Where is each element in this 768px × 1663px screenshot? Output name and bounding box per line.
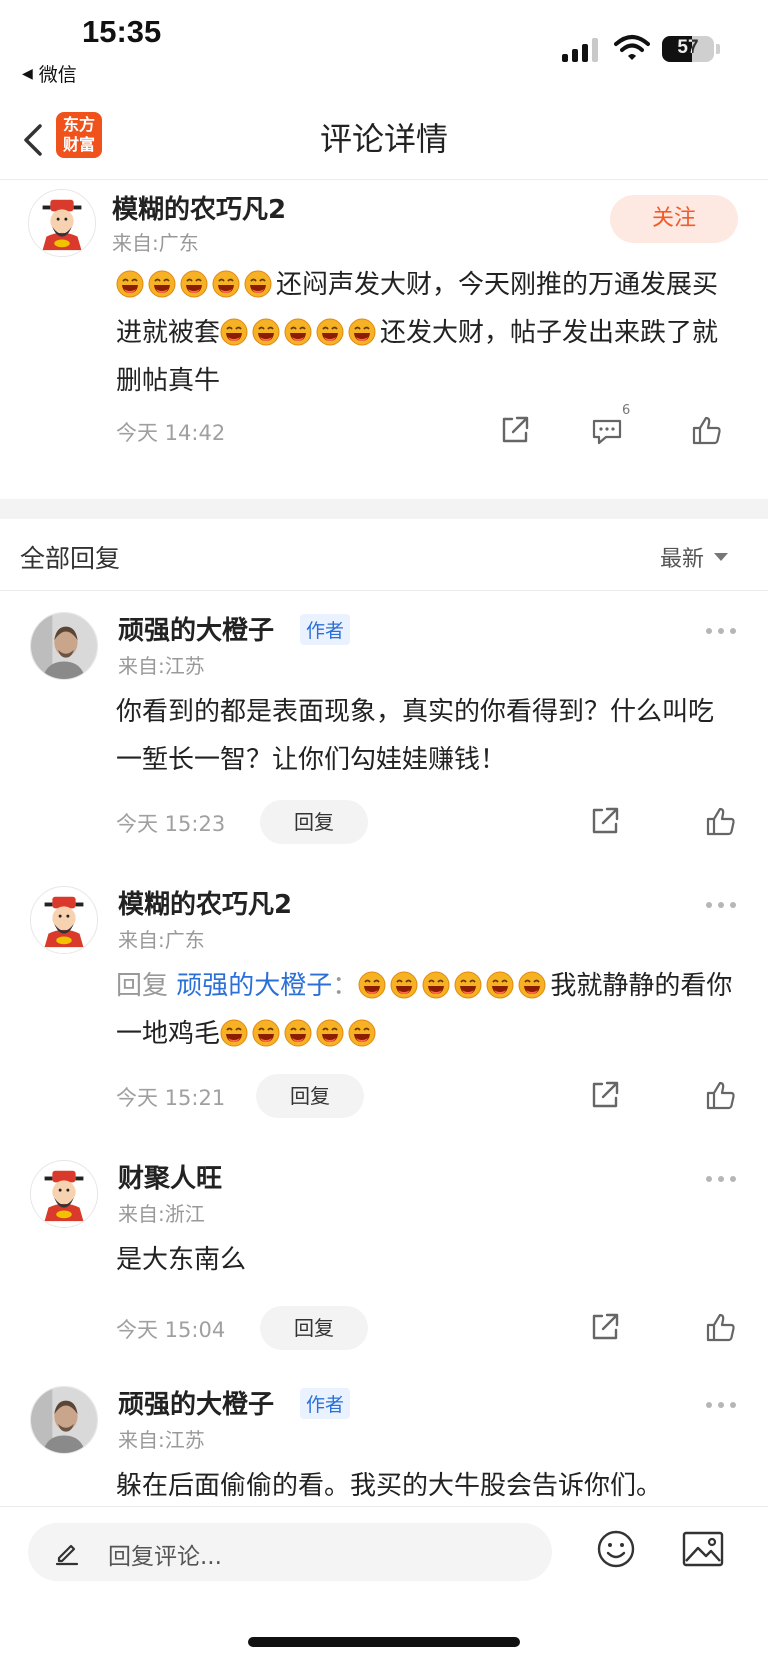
reply-button[interactable]: 回复 bbox=[260, 800, 368, 844]
status-time: 15:35 bbox=[82, 14, 162, 49]
reply-location: 来自:江苏 bbox=[118, 654, 205, 678]
page-title: 评论详情 bbox=[319, 120, 448, 158]
share-icon[interactable] bbox=[588, 1310, 622, 1344]
avatar[interactable] bbox=[30, 886, 98, 954]
laugh-emoji-icon bbox=[422, 971, 450, 999]
nav-bar: 东方 财富 评论详情 bbox=[0, 100, 768, 180]
laugh-emoji-icon bbox=[486, 971, 514, 999]
sort-dropdown[interactable]: 最新 bbox=[660, 541, 729, 573]
follow-button[interactable]: 关注 bbox=[610, 195, 738, 243]
author-badge: 作者 bbox=[300, 614, 351, 645]
reply-timestamp: 今天 15:23 bbox=[116, 812, 226, 836]
reply-input[interactable]: 回复评论... bbox=[28, 1523, 552, 1581]
list-item: 顽强的大橙子 作者 来自:江苏 躲在后面偷偷的看。我买的大牛股会告诉你们。 bbox=[0, 1372, 768, 1506]
avatar[interactable] bbox=[30, 1386, 98, 1454]
comment-text: 还闷声发大财，今天刚推的万通发展买进就被套 还发大财，帖子发出来跌了就删帖真牛 bbox=[116, 261, 736, 405]
avatar[interactable] bbox=[28, 189, 96, 257]
back-triangle-icon: ◀ bbox=[22, 65, 33, 82]
laugh-emoji-icon bbox=[348, 318, 376, 346]
list-item: 顽强的大橙子 作者 来自:江苏 你看到的都是表面现象，真实的你看得到？什么叫吃一… bbox=[0, 592, 768, 862]
laugh-emoji-icon bbox=[220, 318, 248, 346]
comment-location: 来自:广东 bbox=[112, 231, 199, 255]
reply-timestamp: 今天 15:04 bbox=[116, 1318, 226, 1342]
share-icon[interactable] bbox=[498, 413, 532, 447]
laugh-emoji-icon bbox=[244, 270, 272, 298]
laugh-emoji-icon bbox=[358, 971, 386, 999]
laugh-emoji-icon bbox=[252, 1019, 280, 1047]
more-icon[interactable] bbox=[706, 628, 736, 636]
more-icon[interactable] bbox=[706, 1176, 736, 1184]
comment-username[interactable]: 模糊的农巧凡2 bbox=[112, 189, 286, 226]
laugh-emoji-icon bbox=[316, 1019, 344, 1047]
replies-header: 全部回复 最新 bbox=[0, 519, 768, 591]
back-to-app-link[interactable]: ◀ 微信 bbox=[22, 60, 77, 87]
pen-icon bbox=[55, 1544, 79, 1566]
list-item: 模糊的农巧凡2 来自:广东 回复 顽强的大橙子： 我就静静的看你一地鸡毛 今天 1… bbox=[0, 862, 768, 1132]
laugh-emoji-icon bbox=[252, 318, 280, 346]
share-icon[interactable] bbox=[588, 1078, 622, 1112]
like-icon[interactable] bbox=[704, 1310, 738, 1344]
reply-prefix: 回复 bbox=[116, 971, 169, 1001]
like-icon[interactable] bbox=[690, 413, 724, 447]
reply-location: 来自:江苏 bbox=[118, 1428, 205, 1452]
like-icon[interactable] bbox=[704, 804, 738, 838]
laugh-emoji-icon bbox=[212, 270, 240, 298]
reply-username[interactable]: 模糊的农巧凡2 bbox=[118, 884, 292, 921]
list-item: 财聚人旺 来自:浙江 是大东南么 今天 15:04 回复 bbox=[0, 1132, 768, 1372]
laugh-emoji-icon bbox=[284, 1019, 312, 1047]
battery-level: 57 bbox=[677, 37, 699, 58]
bottom-bar: 回复评论... bbox=[0, 1506, 768, 1663]
avatar[interactable] bbox=[30, 1160, 98, 1228]
laugh-emoji-icon bbox=[454, 971, 482, 999]
section-divider bbox=[0, 499, 768, 519]
more-icon[interactable] bbox=[706, 1402, 736, 1410]
laugh-emoji-icon bbox=[348, 1019, 376, 1047]
comment-count: 6 bbox=[622, 403, 631, 418]
comment-icon[interactable] bbox=[590, 413, 624, 447]
laugh-emoji-icon bbox=[390, 971, 418, 999]
reply-input-placeholder: 回复评论... bbox=[108, 1544, 222, 1570]
laugh-emoji-icon bbox=[316, 318, 344, 346]
laugh-emoji-icon bbox=[518, 971, 546, 999]
replies-title: 全部回复 bbox=[20, 544, 121, 573]
mention-colon: ： bbox=[332, 971, 359, 1001]
status-bar: 15:35 ◀ 微信 57 bbox=[0, 0, 768, 100]
share-icon[interactable] bbox=[588, 804, 622, 838]
laugh-emoji-icon bbox=[220, 1019, 248, 1047]
reply-timestamp: 今天 15:21 bbox=[116, 1086, 226, 1110]
main-comment: 模糊的农巧凡2 来自:广东 关注 还闷声发大财，今天刚推的万通发展买进就被套 还发… bbox=[0, 181, 768, 499]
reply-location: 来自:广东 bbox=[118, 928, 205, 952]
wifi-icon bbox=[614, 35, 650, 60]
reply-location: 来自:浙江 bbox=[118, 1202, 205, 1226]
laugh-emoji-icon bbox=[116, 270, 144, 298]
laugh-emoji-icon bbox=[180, 270, 208, 298]
caret-down-icon bbox=[714, 553, 729, 561]
image-icon[interactable] bbox=[682, 1531, 724, 1567]
laugh-emoji-icon bbox=[148, 270, 176, 298]
home-indicator bbox=[248, 1637, 520, 1647]
reply-text: 你看到的都是表面现象，真实的你看得到？什么叫吃一堑长一智？让你们勾娃娃赚钱！ bbox=[116, 697, 715, 775]
reply-username[interactable]: 顽强的大橙子 bbox=[118, 1384, 274, 1421]
laugh-emoji-icon bbox=[284, 318, 312, 346]
emoji-icon[interactable] bbox=[596, 1529, 636, 1569]
reply-username[interactable]: 财聚人旺 bbox=[118, 1158, 222, 1195]
reply-text: 躲在后面偷偷的看。我买的大牛股会告诉你们。 bbox=[116, 1471, 663, 1501]
battery-icon: 57 bbox=[662, 36, 714, 62]
reply-username[interactable]: 顽强的大橙子 bbox=[118, 610, 274, 647]
avatar[interactable] bbox=[30, 612, 98, 680]
comment-timestamp: 今天 14:42 bbox=[116, 421, 226, 445]
author-badge: 作者 bbox=[300, 1388, 351, 1419]
like-icon[interactable] bbox=[704, 1078, 738, 1112]
reply-text: 是大东南么 bbox=[116, 1245, 247, 1275]
reply-button[interactable]: 回复 bbox=[256, 1074, 364, 1118]
battery-tip bbox=[716, 44, 720, 54]
back-app-label: 微信 bbox=[38, 64, 77, 86]
mention-link[interactable]: 顽强的大橙子 bbox=[176, 971, 332, 1001]
more-icon[interactable] bbox=[706, 902, 736, 910]
reply-button[interactable]: 回复 bbox=[260, 1306, 368, 1350]
sort-label: 最新 bbox=[660, 547, 705, 572]
reply-text: 回复 顽强的大橙子： 我就静静的看你一地鸡毛 bbox=[116, 962, 736, 1058]
cellular-signal-icon bbox=[562, 38, 598, 62]
